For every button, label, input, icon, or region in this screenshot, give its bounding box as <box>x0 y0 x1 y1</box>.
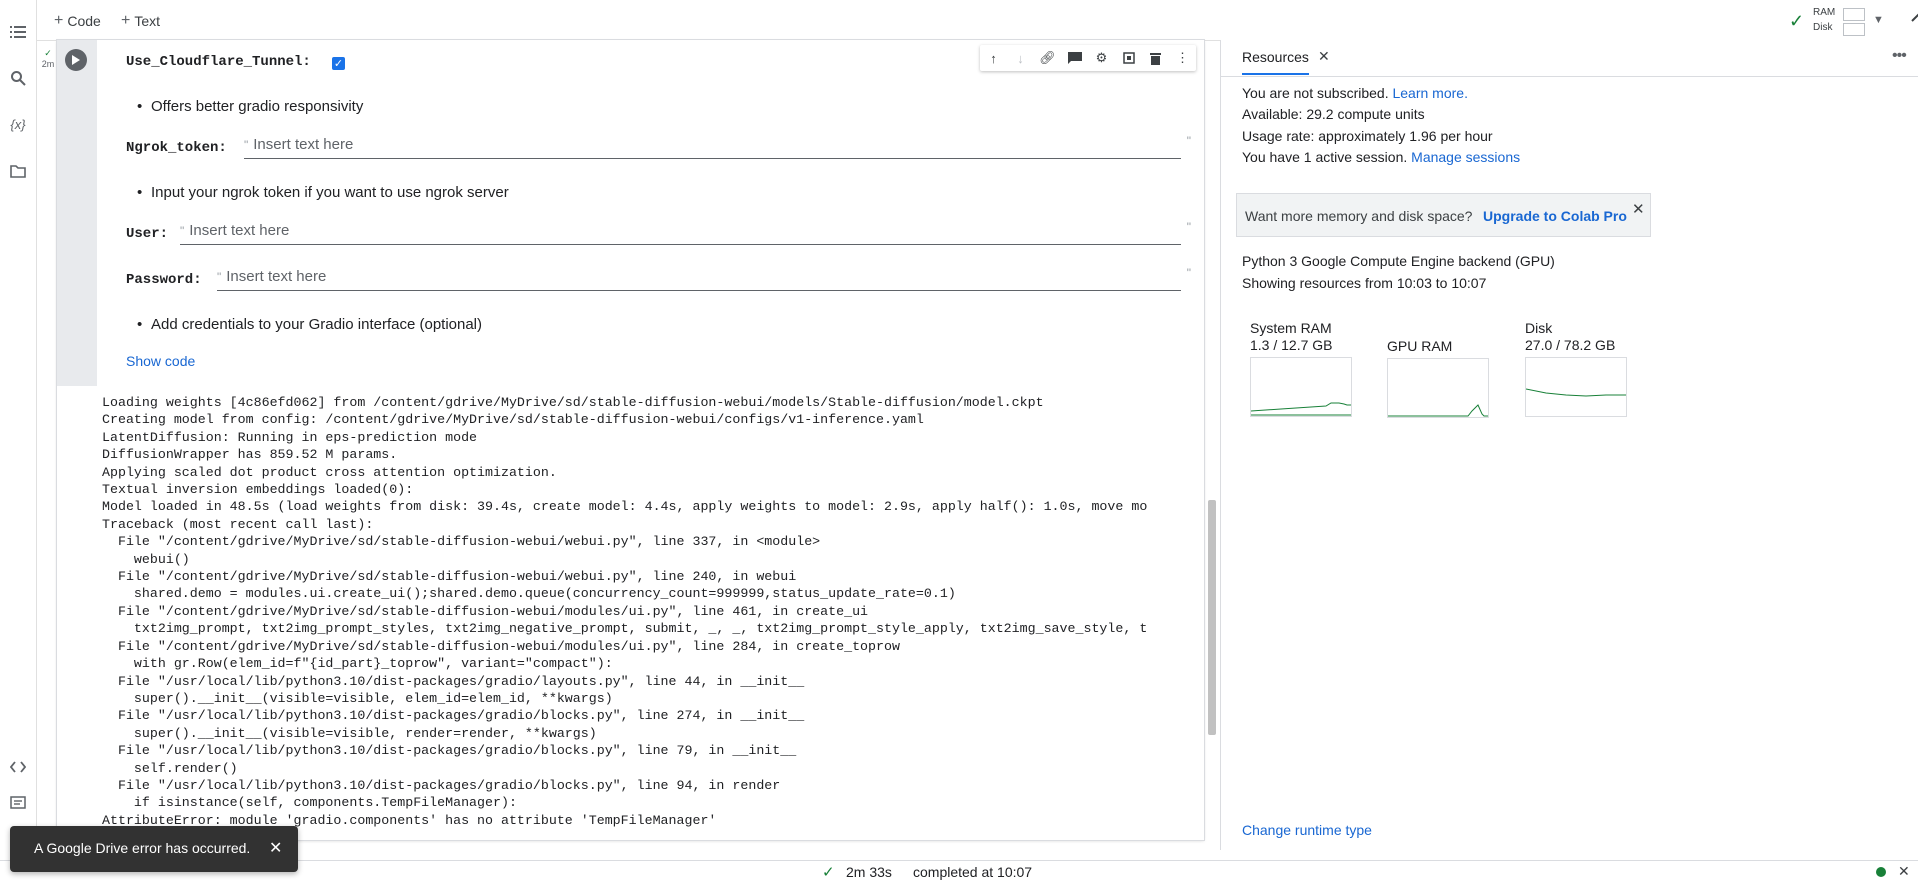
add-code-button[interactable]: + Code <box>54 12 101 30</box>
chevron-up-icon[interactable] <box>1911 10 1918 28</box>
list-item: Add credentials to your Gradio interface… <box>137 316 482 333</box>
change-runtime-link[interactable]: Change runtime type <box>1242 822 1372 838</box>
error-toast: A Google Drive error has occurred. ✕ <box>10 826 298 872</box>
more-horiz-icon[interactable]: ••• <box>1892 47 1907 65</box>
usage-rate: Usage rate: approximately 1.96 per hour <box>1242 128 1493 144</box>
ram-meter <box>1843 8 1865 21</box>
ram-label: RAM <box>1813 7 1836 18</box>
close-icon[interactable]: ✕ <box>1898 863 1910 880</box>
gauge-label: GPU RAM <box>1387 338 1453 354</box>
disk-chart <box>1525 357 1627 417</box>
ram-disk-indicator[interactable]: ✓ RAM Disk <box>1789 6 1869 36</box>
plus-icon: + <box>54 12 64 29</box>
gear-icon[interactable]: ⚙︎ <box>1092 48 1112 68</box>
gpu-ram-gauge: GPU RAM <box>1387 320 1489 418</box>
move-up-icon[interactable]: ↑ <box>984 48 1004 68</box>
link-icon[interactable]: 🔗︎ <box>1038 48 1058 68</box>
list-item: Input your ngrok token if you want to us… <box>137 184 509 201</box>
folder-icon[interactable] <box>8 161 28 181</box>
trash-icon[interactable] <box>1146 48 1166 68</box>
notebook-toolbar: + Code + Text ✓ RAM Disk ▼ <box>37 0 1918 41</box>
user-placeholder: Insert text here <box>189 222 290 239</box>
cloudflare-checkbox[interactable]: ✓ <box>332 57 345 70</box>
code-snippets-icon[interactable] <box>8 757 28 777</box>
close-icon[interactable]: ✕ <box>1318 48 1330 65</box>
user-field[interactable]: " Insert text here " <box>180 220 1191 245</box>
exec-time: 2m <box>41 59 55 69</box>
exec-status: ✓ 2m <box>41 48 55 69</box>
add-code-label: Code <box>67 13 101 29</box>
active-session-text: You have 1 active session. <box>1242 149 1408 165</box>
panel-header: Resources ✕ ••• <box>1221 40 1918 77</box>
cell-toolbar: ↑ ↓ 🔗︎ ⚙︎ ⋮ <box>980 45 1196 71</box>
connection-status-dot <box>1876 867 1886 877</box>
execution-duration[interactable]: 2m 33s <box>846 864 892 880</box>
cloudflare-label: Use_Cloudflare_Tunnel: <box>126 54 311 70</box>
left-rail: {x} <box>0 0 37 883</box>
learn-more-link[interactable]: Learn more. <box>1392 85 1467 101</box>
show-code-link[interactable]: Show code <box>126 353 195 369</box>
manage-sessions-link[interactable]: Manage sessions <box>1411 149 1520 165</box>
password-placeholder: Insert text here <box>226 268 327 285</box>
available-units: Available: 29.2 compute units <box>1242 106 1425 122</box>
search-icon[interactable] <box>8 68 28 88</box>
move-down-icon[interactable]: ↓ <box>1011 48 1031 68</box>
list-item: Offers better gradio responsivity <box>137 98 363 115</box>
ngrok-token-field[interactable]: " Insert text here " <box>244 134 1191 159</box>
toast-message: A Google Drive error has occurred. <box>34 840 251 856</box>
backend-info: Python 3 Google Compute Engine backend (… <box>1242 253 1555 269</box>
play-icon <box>72 55 80 65</box>
comment-icon[interactable] <box>1065 48 1085 68</box>
disk-meter <box>1843 23 1865 36</box>
plus-icon: + <box>121 12 131 29</box>
ngrok-token-label: Ngrok_token: <box>126 140 227 156</box>
connected-check-icon: ✓ <box>1789 11 1805 31</box>
add-text-button[interactable]: + Text <box>121 12 160 30</box>
mirror-cell-icon[interactable] <box>1119 48 1139 68</box>
resources-time-range: Showing resources from 10:03 to 10:07 <box>1242 275 1487 291</box>
disk-label: Disk <box>1813 22 1833 33</box>
upgrade-link[interactable]: Upgrade to Colab Pro <box>1483 208 1627 224</box>
output-scrollbar[interactable] <box>1208 500 1216 735</box>
upsell-text: Want more memory and disk space? <box>1245 208 1473 224</box>
gpu-ram-chart <box>1387 358 1489 418</box>
ngrok-token-placeholder: Insert text here <box>253 136 354 153</box>
completion-status: completed at 10:07 <box>913 864 1033 880</box>
resources-panel: Resources ✕ ••• You are not subscribed. … <box>1220 40 1918 850</box>
subscription-status: You are not subscribed. Learn more. <box>1242 85 1468 101</box>
toc-icon[interactable] <box>8 22 28 42</box>
terminal-icon[interactable] <box>8 792 28 812</box>
gauge-value: 1.3 / 12.7 GB <box>1250 337 1333 353</box>
system-ram-gauge: System RAM 1.3 / 12.7 GB <box>1250 320 1352 417</box>
more-vert-icon[interactable]: ⋮ <box>1173 48 1193 68</box>
active-sessions: You have 1 active session. Manage sessio… <box>1242 149 1520 165</box>
exec-check-icon: ✓ <box>44 48 52 58</box>
cell-gutter <box>57 40 97 386</box>
disk-gauge: Disk 27.0 / 78.2 GB <box>1525 320 1627 417</box>
upsell-banner: Want more memory and disk space? Upgrade… <box>1236 193 1651 237</box>
gauge-label: Disk <box>1525 320 1553 336</box>
gauge-value: 27.0 / 78.2 GB <box>1525 337 1616 353</box>
password-label: Password: <box>126 272 202 288</box>
variables-icon[interactable]: {x} <box>8 114 28 134</box>
cell-output: Loading weights [4c86efd062] from /conte… <box>102 394 1202 840</box>
close-icon[interactable]: ✕ <box>1632 200 1645 218</box>
check-icon: ✓ <box>822 864 835 881</box>
tab-resources[interactable]: Resources <box>1242 49 1309 75</box>
output-text: Loading weights [4c86efd062] from /conte… <box>102 395 1148 828</box>
system-ram-chart <box>1250 357 1352 417</box>
chevron-down-icon[interactable]: ▼ <box>1873 14 1884 26</box>
add-text-label: Text <box>134 13 161 29</box>
password-field[interactable]: " Insert text here " <box>217 266 1191 291</box>
not-subscribed-text: You are not subscribed. <box>1242 85 1389 101</box>
gauge-label: System RAM <box>1250 320 1332 336</box>
run-cell-button[interactable] <box>65 49 87 71</box>
user-label: User: <box>126 226 169 242</box>
close-icon[interactable]: ✕ <box>269 838 282 858</box>
code-cell[interactable]: ✓ 2m ↑ ↓ 🔗︎ ⚙︎ ⋮ Use_Cloudflare_Tunnel: … <box>42 40 1204 840</box>
